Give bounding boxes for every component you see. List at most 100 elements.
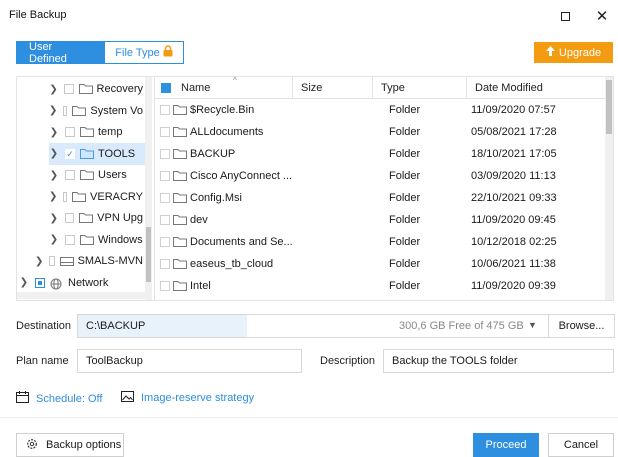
tree-item-checkbox[interactable] — [35, 277, 45, 288]
file-type: Folder — [389, 258, 421, 270]
close-icon: ✕ — [595, 8, 609, 25]
cancel-button[interactable]: Cancel — [548, 433, 614, 457]
file-type: Folder — [389, 126, 421, 138]
column-header-size[interactable]: Size — [292, 77, 372, 99]
chevron-right-icon[interactable]: ❯ — [49, 170, 59, 181]
image-reserve-link[interactable]: Image-reserve strategy — [121, 391, 254, 405]
tree-item[interactable]: ❯ SMALS-MVN — [35, 250, 143, 272]
column-header-name[interactable]: Name ^ — [155, 77, 292, 99]
file-list-header: Name ^ Size Type Date Modified — [155, 77, 613, 99]
file-name: easeus_tb_cloud — [190, 258, 274, 270]
tree-item[interactable]: ❯ temp — [49, 121, 143, 143]
file-row-checkbox[interactable] — [160, 237, 170, 247]
cancel-label: Cancel — [563, 439, 599, 451]
column-size-label: Size — [301, 82, 323, 94]
gear-icon — [26, 438, 38, 453]
file-row[interactable]: easeus_tb_cloud Folder 10/06/2021 11:38 — [155, 253, 605, 275]
destination-field[interactable]: C:\BACKUP 300,6 GB Free of 475 GB ▼ Brow… — [77, 314, 615, 338]
tab-user-defined[interactable]: User Defined — [17, 41, 105, 65]
tree-item-checkbox[interactable] — [65, 127, 75, 137]
tree-item-checkbox[interactable]: ✓ — [65, 148, 75, 159]
schedule-label: Schedule: Off — [36, 392, 103, 405]
chevron-right-icon[interactable]: ❯ — [49, 191, 57, 202]
column-header-type[interactable]: Type — [372, 77, 466, 99]
tree-item-checkbox[interactable] — [65, 170, 75, 180]
file-row[interactable]: dev Folder 11/09/2020 09:45 — [155, 209, 605, 231]
upgrade-button[interactable]: Upgrade — [534, 42, 613, 63]
file-row-checkbox[interactable] — [160, 127, 170, 137]
file-row[interactable]: Cisco AnyConnect ... Folder 03/09/2020 11:… — [155, 165, 605, 187]
tree-item-label: temp — [98, 126, 123, 138]
tree-item-checkbox[interactable] — [49, 256, 55, 266]
file-row[interactable]: Intel Folder 11/09/2020 09:39 — [155, 275, 605, 297]
sort-ascending-icon: ^ — [233, 77, 237, 85]
footer-divider — [0, 417, 618, 418]
window-title: File Backup — [9, 9, 67, 21]
file-row[interactable]: ALLdocuments Folder 05/08/2021 17:28 — [155, 121, 605, 143]
column-header-date-modified[interactable]: Date Modified — [466, 77, 606, 99]
tree-item[interactable]: ❯ Windows — [49, 229, 143, 251]
file-row-checkbox[interactable] — [160, 171, 170, 181]
description-input[interactable]: Backup the TOOLS folder — [383, 349, 614, 373]
file-row-checkbox[interactable] — [160, 281, 170, 291]
chevron-right-icon[interactable]: ❯ — [49, 234, 59, 245]
column-name-label: Name — [181, 82, 211, 94]
chevron-right-icon[interactable]: ❯ — [49, 213, 59, 224]
file-row[interactable]: $Recycle.Bin Folder 11/09/2020 07:57 — [155, 99, 605, 121]
tree-scroll-thumb[interactable] — [146, 227, 151, 282]
file-name: Documents and Se... — [190, 236, 293, 248]
select-all-checkbox[interactable] — [161, 83, 171, 93]
file-row-checkbox[interactable] — [160, 149, 170, 159]
file-row[interactable]: Config.Msi Folder 22/10/2021 09:33 — [155, 187, 605, 209]
browse-button[interactable]: Browse... — [548, 314, 615, 338]
tree-item-checkbox[interactable] — [64, 213, 75, 223]
file-date-modified: 11/09/2020 07:57 — [471, 104, 556, 116]
file-list-vertical-scrollbar[interactable] — [605, 77, 613, 300]
tree-item-checkbox[interactable] — [64, 84, 74, 94]
tree-horizontal-scrollbar[interactable] — [17, 292, 145, 299]
plan-name-label: Plan name — [16, 355, 69, 367]
chevron-down-icon[interactable]: ▼ — [528, 320, 537, 330]
file-name: Config.Msi — [190, 192, 242, 204]
file-row[interactable]: Documents and Se... Folder 10/12/2018 02:2… — [155, 231, 605, 253]
folder-icon — [80, 234, 94, 245]
tree-vertical-scrollbar[interactable] — [145, 77, 152, 300]
file-row-checkbox[interactable] — [160, 105, 170, 115]
proceed-button[interactable]: Proceed — [473, 433, 539, 457]
tree-item[interactable]: ❯ VPN Upg — [49, 207, 143, 229]
tab-file-type[interactable]: File Type — [105, 42, 183, 63]
chevron-right-icon[interactable]: ❯ — [19, 277, 29, 288]
chevron-right-icon[interactable]: ❯ — [49, 105, 57, 116]
file-date-modified: 18/10/2021 17:05 — [471, 148, 557, 160]
tree-item-checkbox[interactable] — [63, 191, 68, 202]
tree-item[interactable]: ❯ System Vo — [49, 100, 143, 122]
file-row-checkbox[interactable] — [160, 215, 170, 225]
schedule-link[interactable]: Schedule: Off — [16, 391, 102, 406]
upgrade-label: Upgrade — [558, 46, 602, 59]
tree-item[interactable]: ❯ ✓ TOOLS — [49, 142, 145, 165]
tree-item-checkbox[interactable] — [65, 234, 75, 245]
tree-item[interactable]: ❯ Recovery — [49, 78, 143, 100]
folder-tree: ❯ Recovery ❯ System Vo ❯ temp ❯ ✓ TOOLS ❯ Users ❯ VE… — [17, 77, 154, 300]
tree-item[interactable]: ❯ Network — [19, 272, 143, 294]
tree-item[interactable]: ❯ VERACRY — [49, 186, 143, 208]
tab-file-type-label: File Type — [115, 46, 160, 59]
close-button[interactable]: ✕ — [587, 4, 617, 28]
file-row-checkbox[interactable] — [160, 193, 170, 203]
tree-item-checkbox[interactable] — [63, 105, 68, 116]
chevron-right-icon[interactable]: ❯ — [49, 84, 58, 95]
maximize-button[interactable] — [550, 4, 580, 28]
plan-name-input[interactable]: ToolBackup — [77, 349, 302, 373]
file-list-scroll-thumb[interactable] — [606, 80, 612, 134]
chevron-right-icon[interactable]: ❯ — [49, 148, 59, 159]
backup-options-button[interactable]: Backup options — [16, 433, 124, 457]
chevron-right-icon[interactable]: ❯ — [49, 127, 59, 138]
file-row-checkbox[interactable] — [160, 259, 170, 269]
folder-icon — [173, 105, 187, 118]
tree-item-label: VERACRY — [90, 190, 143, 203]
file-row[interactable]: BACKUP Folder 18/10/2021 17:05 — [155, 143, 605, 165]
file-type: Folder — [389, 104, 421, 116]
file-list: Name ^ Size Type Date Modified $Recycle.… — [154, 77, 613, 300]
chevron-right-icon[interactable]: ❯ — [35, 256, 43, 267]
tree-item[interactable]: ❯ Users — [49, 164, 143, 186]
